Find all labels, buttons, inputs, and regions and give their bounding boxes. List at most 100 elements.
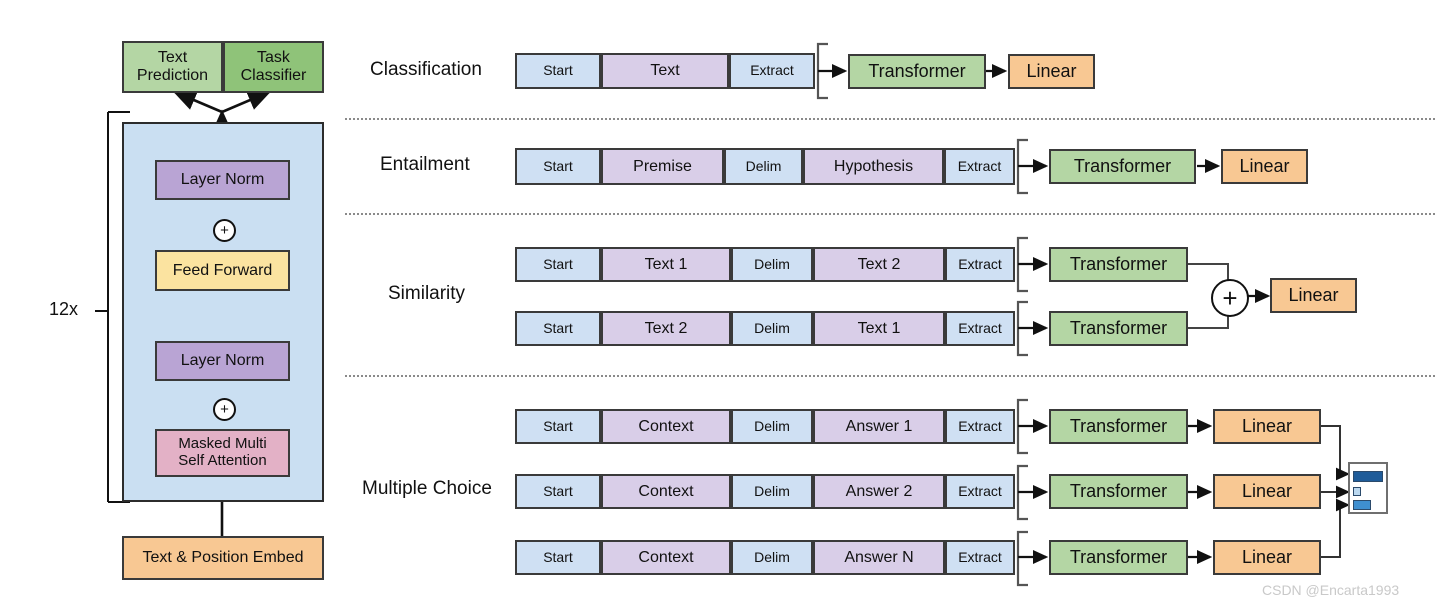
linear-similarity[interactable]: Linear — [1270, 278, 1357, 313]
token-label: Answer N — [844, 548, 914, 566]
token-answer-2[interactable]: Answer 2 — [813, 474, 945, 509]
feed-forward-label: Feed Forward — [172, 261, 273, 279]
residual-add-lower: + — [213, 398, 236, 421]
transformer-similarity-b[interactable]: Transformer — [1049, 311, 1188, 346]
token-label: Hypothesis — [833, 157, 914, 175]
linear-entailment[interactable]: Linear — [1221, 149, 1308, 184]
token-start[interactable]: Start — [515, 311, 601, 346]
token-extract-label: Extract — [750, 62, 794, 79]
token-label: Start — [543, 319, 573, 336]
token-delim[interactable]: Delim — [731, 540, 813, 575]
token-answer-1[interactable]: Answer 1 — [813, 409, 945, 444]
layer-norm-top-label: Layer Norm — [180, 171, 265, 189]
token-context[interactable]: Context — [601, 474, 731, 509]
token-label: Start — [543, 255, 573, 272]
token-start[interactable]: Start — [515, 247, 601, 282]
token-extract[interactable]: Extract — [945, 247, 1015, 282]
transformer-entailment-label: Transformer — [1073, 156, 1172, 177]
token-label: Start — [543, 482, 573, 499]
token-label: Delim — [745, 157, 782, 174]
layer-norm-bottom[interactable]: Layer Norm — [155, 341, 290, 381]
token-start[interactable]: Start — [515, 53, 601, 89]
token-start[interactable]: Start — [515, 474, 601, 509]
token-extract[interactable]: Extract — [945, 540, 1015, 575]
row-separator-3 — [345, 375, 1435, 377]
token-hypothesis[interactable]: Hypothesis — [803, 148, 944, 185]
answer-score-bar-1 — [1353, 471, 1383, 482]
token-label: Start — [543, 548, 573, 565]
linear-mc-2-label: Linear — [1241, 481, 1293, 502]
figure-canvas: Text Prediction Task Classifier Layer No… — [0, 0, 1436, 606]
token-extract[interactable]: Extract — [944, 148, 1015, 185]
task-label-similarity: Similarity — [388, 283, 466, 304]
head-task-classifier[interactable]: Task Classifier — [223, 41, 324, 93]
linear-mc-1-label: Linear — [1241, 416, 1293, 437]
token-context[interactable]: Context — [601, 409, 731, 444]
row-separator-1 — [345, 118, 1435, 120]
token-extract[interactable]: Extract — [945, 311, 1015, 346]
token-extract[interactable]: Extract — [945, 474, 1015, 509]
masked-attention-line1: Masked Multi — [178, 435, 267, 453]
residual-add-upper: + — [213, 219, 236, 242]
task-label-entailment: Entailment — [380, 154, 470, 175]
token-text2[interactable]: Text 2 — [601, 311, 731, 346]
head-text-prediction-line2: Prediction — [136, 67, 209, 84]
token-extract[interactable]: Extract — [729, 53, 815, 89]
token-label: Extract — [958, 255, 1002, 272]
token-label: Text 2 — [857, 255, 901, 273]
token-label: Delim — [754, 482, 790, 499]
row-separator-2 — [345, 213, 1435, 215]
masked-multi-self-attention[interactable]: Masked Multi Self Attention — [155, 429, 290, 477]
token-delim[interactable]: Delim — [731, 311, 813, 346]
transformer-mc-1[interactable]: Transformer — [1049, 409, 1188, 444]
token-start[interactable]: Start — [515, 148, 601, 185]
transformer-mc-2[interactable]: Transformer — [1049, 474, 1188, 509]
token-delim[interactable]: Delim — [724, 148, 803, 185]
token-label: Extract — [957, 157, 1002, 174]
transformer-mc-3[interactable]: Transformer — [1049, 540, 1188, 575]
token-text2[interactable]: Text 2 — [813, 247, 945, 282]
token-answer-n[interactable]: Answer N — [813, 540, 945, 575]
transformer-mc-1-label: Transformer — [1069, 416, 1168, 437]
similarity-add-node: + — [1211, 279, 1249, 317]
transformer-similarity-a[interactable]: Transformer — [1049, 247, 1188, 282]
head-text-prediction-label: Text Prediction — [137, 49, 208, 85]
token-label: Delim — [754, 548, 790, 565]
text-position-embed-label: Text & Position Embed — [142, 549, 304, 567]
linear-mc-3[interactable]: Linear — [1213, 540, 1321, 575]
head-task-classifier-line1: Task — [257, 49, 290, 67]
token-start[interactable]: Start — [515, 540, 601, 575]
token-label: Extract — [958, 319, 1002, 336]
residual-add-upper-symbol: + — [220, 222, 229, 239]
similarity-add-symbol: + — [1222, 283, 1238, 313]
linear-mc-3-label: Linear — [1241, 547, 1293, 568]
feed-forward[interactable]: Feed Forward — [155, 250, 290, 291]
token-label: Text 1 — [857, 319, 901, 337]
linear-mc-1[interactable]: Linear — [1213, 409, 1321, 444]
linear-classification[interactable]: Linear — [1008, 54, 1095, 89]
linear-mc-2[interactable]: Linear — [1213, 474, 1321, 509]
token-label: Text 1 — [644, 255, 688, 273]
answer-score-bar-2 — [1353, 487, 1361, 496]
transformer-entailment[interactable]: Transformer — [1049, 149, 1196, 184]
token-start[interactable]: Start — [515, 409, 601, 444]
head-text-prediction[interactable]: Text Prediction — [122, 41, 223, 93]
text-position-embed[interactable]: Text & Position Embed — [122, 536, 324, 580]
token-text[interactable]: Text — [601, 53, 729, 89]
token-text1[interactable]: Text 1 — [813, 311, 945, 346]
token-context[interactable]: Context — [601, 540, 731, 575]
layer-norm-top[interactable]: Layer Norm — [155, 160, 290, 200]
task-label-multiple-choice: Multiple Choice — [362, 478, 492, 499]
token-delim[interactable]: Delim — [731, 247, 813, 282]
token-label: Text 2 — [644, 319, 688, 337]
token-extract[interactable]: Extract — [945, 409, 1015, 444]
token-premise[interactable]: Premise — [601, 148, 724, 185]
task-label-classification: Classification — [370, 59, 482, 80]
head-task-classifier-line2: Classifier — [240, 67, 307, 84]
token-delim[interactable]: Delim — [731, 409, 813, 444]
token-delim[interactable]: Delim — [731, 474, 813, 509]
transformer-classification[interactable]: Transformer — [848, 54, 986, 89]
token-label: Premise — [633, 157, 692, 175]
repeat-count-label: 12x — [49, 299, 79, 319]
token-text1[interactable]: Text 1 — [601, 247, 731, 282]
